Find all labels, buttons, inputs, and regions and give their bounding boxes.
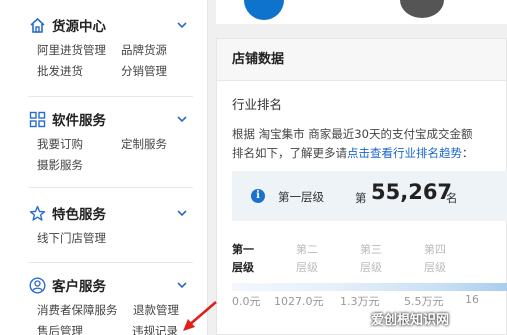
threshold-label: 1027.0元 (274, 295, 324, 308)
tier-line: 第二 (296, 243, 318, 256)
tier-line: 第一 (232, 243, 254, 256)
divider (28, 187, 193, 188)
description-text: ： (462, 146, 474, 160)
industry-rank-title: 行业排名 (232, 97, 283, 112)
chevron-down-icon[interactable] (175, 18, 189, 32)
tier-line: 层级 (232, 261, 254, 274)
rank-number: 55,267 (371, 180, 453, 204)
description-text: 排名如下，了解更多请 (232, 146, 347, 160)
tier-scale: 第一层级 第二层级 第三层级 第四层级 (232, 241, 507, 277)
annotation-arrow-icon (183, 301, 217, 331)
threshold-label: 1.3万元 (340, 295, 380, 308)
tier-item: 第四 层级 (424, 241, 464, 277)
link-brand-supply[interactable]: 品牌货源 (121, 42, 201, 58)
section-header[interactable]: 软件服务 (28, 108, 193, 130)
watermark: 爱创根知识网 (371, 313, 450, 328)
panel-title: 店铺数据 (217, 39, 506, 81)
section-software-services: 软件服务 我要订购 定制服务 摄影服务 (28, 108, 193, 173)
home-icon (28, 16, 46, 34)
rank-suffix: 名 (446, 191, 458, 205)
section-header[interactable]: 客户服务 (28, 274, 193, 296)
divider (28, 96, 193, 97)
store-data-panel: 店铺数据 行业排名 根据 淘宝集市 商家最近30天的支付宝成交金额 排名如下，了… (216, 38, 507, 335)
chevron-down-icon[interactable] (175, 278, 189, 292)
link-photo-service[interactable]: 摄影服务 (37, 157, 121, 173)
chevron-down-icon[interactable] (175, 206, 189, 220)
threshold-label: 5.5万元 (404, 295, 444, 308)
rank-prefix: 第 (355, 191, 367, 205)
tier-line: 第四 (424, 243, 446, 256)
tier-item: 第一 层级 (232, 241, 272, 277)
star-icon (28, 204, 46, 222)
tier-item: 第二 层级 (296, 241, 336, 277)
chevron-down-icon[interactable] (175, 112, 189, 126)
tier-line: 层级 (296, 261, 318, 274)
rank-trend-link[interactable]: 点击查看行业排名趋势 (347, 146, 462, 160)
divider (28, 262, 193, 263)
link-custom-service[interactable]: 定制服务 (121, 136, 201, 152)
link-offline-store[interactable]: 线下门店管理 (37, 230, 121, 246)
threshold-label: 0.0元 (232, 295, 261, 308)
section-title: 软件服务 (52, 113, 106, 129)
link-ali-purchase[interactable]: 阿里进货管理 (37, 42, 121, 58)
section-header[interactable]: 特色服务 (28, 202, 193, 224)
section-customer-service: 客户服务 消费者保障服务 退款管理 售后管理 违规记录 (28, 274, 193, 335)
tier-progress-bar (232, 283, 507, 291)
section-title: 货源中心 (52, 19, 106, 35)
section-header[interactable]: 货源中心 (28, 14, 193, 36)
tier-line: 层级 (360, 261, 382, 274)
link-after-sales[interactable]: 售后管理 (37, 323, 133, 335)
link-wholesale[interactable]: 批发进货 (37, 63, 121, 79)
section-title: 客户服务 (52, 279, 106, 295)
section-supply-center: 货源中心 阿里进货管理 品牌货源 批发进货 分销管理 (28, 14, 193, 79)
description-line: 排名如下，了解更多请点击查看行业排名趋势： (232, 144, 507, 163)
tier-line: 层级 (424, 261, 446, 274)
link-distribution[interactable]: 分销管理 (121, 63, 201, 79)
section-featured-services: 特色服务 线下门店管理 (28, 202, 193, 246)
description-line: 根据 淘宝集市 商家最近30天的支付宝成交金额 (232, 127, 473, 141)
link-subscribe[interactable]: 我要订购 (37, 136, 121, 152)
tier-item: 第三 层级 (360, 241, 400, 277)
tier-thresholds: 0.0元 1027.0元 1.3万元 5.5万元 16 (232, 293, 507, 309)
tier-label: 第一层级 (278, 190, 324, 204)
sidebar: 货源中心 阿里进货管理 品牌货源 批发进货 分销管理 软件服务 我要订购 定制服… (0, 0, 208, 335)
rank-description: 根据 淘宝集市 商家最近30天的支付宝成交金额 排名如下，了解更多请点击查看行业… (232, 125, 507, 163)
section-title: 特色服务 (52, 207, 106, 223)
rank-summary-box: i 第一层级 第 55,267 名 (232, 171, 507, 221)
grid-icon (28, 110, 46, 128)
threshold-label: 16 (465, 293, 479, 306)
info-icon[interactable]: i (251, 189, 265, 203)
user-icon (28, 276, 46, 294)
tier-line: 第三 (360, 243, 382, 256)
link-consumer-protection[interactable]: 消费者保障服务 (37, 302, 133, 318)
